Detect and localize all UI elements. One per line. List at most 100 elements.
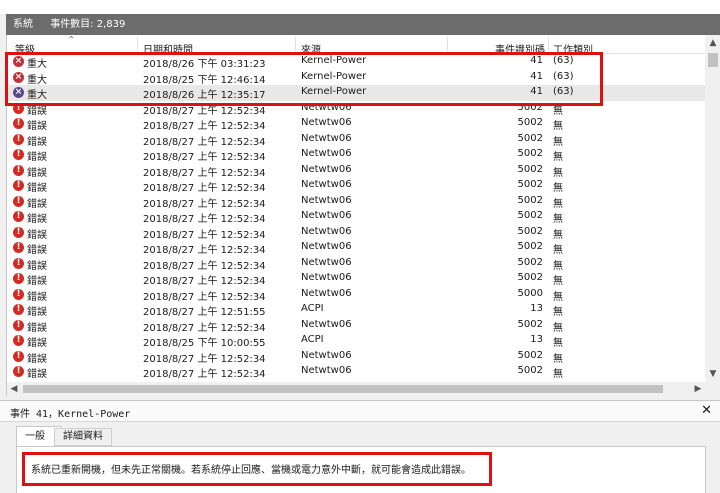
cell-level: 錯誤 (27, 322, 47, 334)
table-row[interactable]: ! 錯誤 2018/8/27 上午 12:52:34 Netwtw06 5002 無 (7, 240, 705, 256)
error-icon: ! (13, 133, 24, 145)
error-icon: ! (13, 319, 24, 331)
error-icon: ! (13, 149, 24, 160)
table-row[interactable]: ! 錯誤 2018/8/27 上午 12:52:34 Netwtw06 5002 無 (7, 318, 705, 334)
vertical-scrollbar[interactable]: ▲ ▼ (705, 35, 720, 382)
cell-datetime: 2018/8/27 上午 12:52:34 (143, 167, 266, 179)
cell-source: Netwtw06 (301, 210, 352, 221)
error-icon: ! (13, 335, 24, 346)
cell-level: 錯誤 (27, 245, 47, 256)
cell-task: 無 (553, 167, 563, 179)
event-count: 事件數目: 2,839 (50, 19, 126, 30)
cell-datetime: 2018/8/26 上午 12:35:17 (143, 90, 266, 101)
cell-task: (63) (553, 86, 574, 97)
column-header-task-category[interactable]: 工作類別 (553, 41, 593, 53)
scroll-up-icon[interactable]: ▲ (705, 35, 720, 51)
cell-task: 無 (553, 245, 563, 256)
cell-datetime: 2018/8/27 上午 12:52:34 (143, 369, 266, 380)
cell-task: 無 (553, 260, 563, 272)
column-header-datetime[interactable]: 日期和時間 (143, 41, 193, 53)
scrollbar-thumb[interactable] (708, 53, 718, 67)
event-detail-header: 事件 41，Kernel-Power ✕ (0, 400, 720, 422)
error-icon: ! (13, 366, 24, 377)
error-icon: ! (13, 257, 24, 269)
cell-level: 錯誤 (27, 105, 47, 117)
log-name: 系統 (13, 19, 33, 30)
error-icon: ! (13, 102, 24, 114)
column-divider[interactable] (548, 37, 549, 51)
scroll-down-icon[interactable]: ▼ (705, 366, 720, 382)
table-row[interactable]: ! 錯誤 2018/8/27 上午 12:51:55 ACPI 13 無 (7, 302, 705, 318)
cell-task: 無 (553, 229, 563, 241)
column-divider[interactable] (447, 37, 448, 51)
table-row[interactable]: ! 錯誤 2018/8/27 上午 12:52:34 Netwtw06 5000 無 (7, 287, 705, 303)
column-divider[interactable] (137, 37, 138, 51)
cell-level: 錯誤 (27, 307, 47, 318)
table-row[interactable]: × 重大 2018/8/26 下午 03:31:23 Kernel-Power 41 (6… (7, 54, 705, 70)
table-row[interactable]: ! 錯誤 2018/8/27 上午 12:52:34 Netwtw06 5002 無 (7, 364, 705, 380)
cell-event-id: 13 (530, 303, 543, 314)
table-row[interactable]: ! 錯誤 2018/8/27 上午 12:52:34 Netwtw06 5002 無 (7, 209, 705, 225)
table-row[interactable]: ! 錯誤 2018/8/27 上午 12:52:34 Netwtw06 5002 無 (7, 256, 705, 272)
cell-datetime: 2018/8/26 下午 03:31:23 (143, 59, 266, 70)
table-row[interactable]: ! 錯誤 2018/8/27 上午 12:52:34 Netwtw06 5002 無 (7, 101, 705, 117)
cell-level: 錯誤 (27, 167, 47, 179)
cell-task: 無 (553, 152, 563, 163)
cell-task: 無 (553, 198, 563, 210)
error-icon: ! (13, 164, 24, 176)
cell-source: Netwtw06 (301, 132, 352, 144)
table-row[interactable]: ! 錯誤 2018/8/27 上午 12:52:34 Netwtw06 5002 無 (7, 163, 705, 179)
scroll-left-icon[interactable]: ◀ (7, 382, 21, 396)
cell-task: 無 (553, 369, 563, 380)
cell-event-id: 41 (530, 55, 543, 66)
table-row[interactable]: ! 錯誤 2018/8/27 上午 12:52:34 Netwtw06 5002 無 (7, 178, 705, 194)
cell-task: (63) (553, 55, 574, 66)
column-divider[interactable] (295, 37, 296, 51)
cell-source: Kernel-Power (301, 55, 367, 66)
error-icon: ! (13, 242, 24, 253)
cell-datetime: 2018/8/27 上午 12:52:34 (143, 229, 266, 241)
horizontal-scrollbar[interactable]: ◀ ▶ (7, 382, 705, 396)
cell-task: 無 (553, 307, 563, 318)
close-icon[interactable]: ✕ (701, 403, 712, 418)
cell-datetime: 2018/8/27 上午 12:52:34 (143, 152, 266, 163)
cell-task: (63) (553, 70, 574, 82)
cell-task: 無 (553, 214, 563, 225)
table-row[interactable]: ! 錯誤 2018/8/27 上午 12:52:34 Netwtw06 5002 無 (7, 147, 705, 163)
event-list: ⌃ 等級 日期和時間 來源 事件識別碼 工作類別 × 重大 2018/8/26 下午… (6, 35, 720, 396)
cell-datetime: 2018/8/27 上午 12:52:34 (143, 198, 266, 210)
log-title-bar: 系統 事件數目: 2,839 (6, 14, 720, 35)
cell-event-id: 41 (530, 70, 543, 82)
cell-source: Netwtw06 (301, 256, 352, 268)
table-row[interactable]: ! 錯誤 2018/8/27 上午 12:52:34 Netwtw06 5002 無 (7, 116, 705, 132)
error-icon: ! (13, 288, 24, 300)
cell-source: Netwtw06 (301, 365, 352, 376)
table-row[interactable]: ! 錯誤 2018/8/27 上午 12:52:34 Netwtw06 5002 無 (7, 132, 705, 148)
cell-event-id: 41 (530, 86, 543, 97)
column-header-level[interactable]: 等級 (15, 41, 35, 53)
table-row[interactable]: ! 錯誤 2018/8/25 下午 10:00:55 ACPI 13 無 (7, 333, 705, 349)
table-row[interactable]: × 重大 2018/8/25 下午 12:46:14 Kernel-Power 41 (6… (7, 70, 705, 86)
table-row[interactable]: ! 錯誤 2018/8/27 上午 12:52:34 Netwtw06 5002 無 (7, 225, 705, 241)
cell-level: 錯誤 (27, 369, 47, 380)
scrollbar-thumb[interactable] (23, 385, 663, 393)
column-header-event-id[interactable]: 事件識別碼 (495, 41, 545, 53)
error-icon: ! (13, 226, 24, 238)
cell-event-id: 5002 (517, 148, 543, 159)
cell-datetime: 2018/8/27 上午 12:52:34 (143, 136, 266, 148)
cell-datetime: 2018/8/25 下午 10:00:55 (143, 338, 266, 349)
cell-task: 無 (553, 105, 563, 117)
cell-source: Netwtw06 (301, 318, 352, 330)
table-row[interactable]: ! 錯誤 2018/8/27 上午 12:52:34 Netwtw06 5002 無 (7, 271, 705, 287)
table-row[interactable]: × 重大 2018/8/26 上午 12:35:17 Kernel-Power 41 (6… (7, 85, 705, 101)
cell-level: 錯誤 (27, 338, 47, 349)
table-row[interactable]: ! 錯誤 2018/8/27 上午 12:52:34 Netwtw06 5002 無 (7, 194, 705, 210)
table-row[interactable]: ! 錯誤 2018/8/27 上午 12:52:34 Netwtw06 5002 無 (7, 349, 705, 365)
cell-event-id: 5002 (517, 349, 543, 361)
tab-details[interactable]: 詳細資料 (54, 428, 112, 446)
cell-level: 錯誤 (27, 276, 47, 287)
column-header-source[interactable]: 來源 (301, 41, 321, 53)
scroll-right-icon[interactable]: ▶ (691, 382, 705, 396)
cell-level: 錯誤 (27, 121, 47, 132)
event-detail-title: 事件 41，Kernel-Power (10, 409, 131, 420)
